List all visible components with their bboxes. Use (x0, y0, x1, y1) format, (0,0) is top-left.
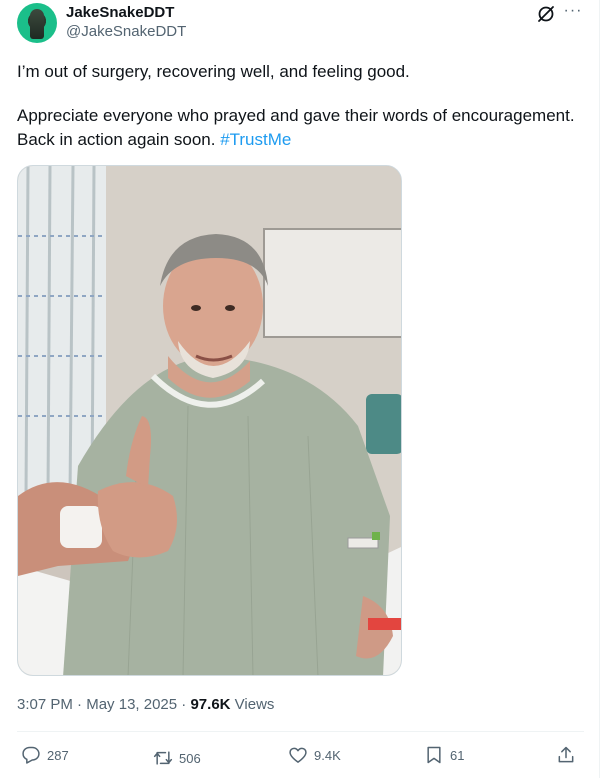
tweet-photo[interactable] (17, 165, 402, 676)
reply-icon (22, 746, 40, 764)
views-count: 97.6K (190, 696, 231, 713)
meta-separator: · (72, 696, 87, 713)
share-icon (558, 746, 574, 763)
author-display-name[interactable]: JakeSnakeDDT (66, 4, 174, 22)
like-button[interactable]: 9.4K (288, 744, 341, 766)
like-count: 9.4K (314, 747, 341, 763)
share-button[interactable] (556, 744, 582, 766)
tweet-time[interactable]: 3:07 PM (17, 696, 73, 713)
hashtag-link[interactable]: #TrustMe (220, 130, 291, 149)
repost-icon (153, 751, 173, 765)
avatar[interactable] (17, 3, 57, 43)
more-icon[interactable]: ··· (563, 3, 583, 23)
tweet-text-paragraph: Appreciate everyone who prayed and gave … (17, 104, 577, 152)
tweet-date[interactable]: May 13, 2025 (86, 696, 177, 713)
tweet-text-line1: I’m out of surgery, recovering well, and… (17, 62, 410, 81)
tweet-card: JakeSnakeDDT @JakeSnakeDDT ··· I’m out o… (0, 0, 600, 778)
bookmark-count: 61 (450, 747, 465, 763)
reply-button[interactable]: 287 (21, 744, 69, 766)
tweet-text-line2: Appreciate everyone who prayed and gave … (17, 106, 575, 149)
repost-button[interactable]: 506 (153, 747, 201, 769)
like-icon (289, 747, 307, 763)
bookmark-icon (427, 746, 441, 764)
divider (17, 731, 584, 732)
meta-separator: · (177, 696, 191, 713)
photo-illustration (18, 166, 401, 675)
grok-icon[interactable] (536, 4, 556, 24)
repost-count: 506 (179, 750, 201, 766)
bookmark-button[interactable]: 61 (424, 744, 464, 766)
reply-count: 287 (47, 747, 69, 763)
author-handle[interactable]: @JakeSnakeDDT (66, 23, 186, 41)
views-label: Views (230, 696, 275, 713)
tweet-meta: 3:07 PM · May 13, 2025 · 97.6K Views (17, 696, 274, 714)
